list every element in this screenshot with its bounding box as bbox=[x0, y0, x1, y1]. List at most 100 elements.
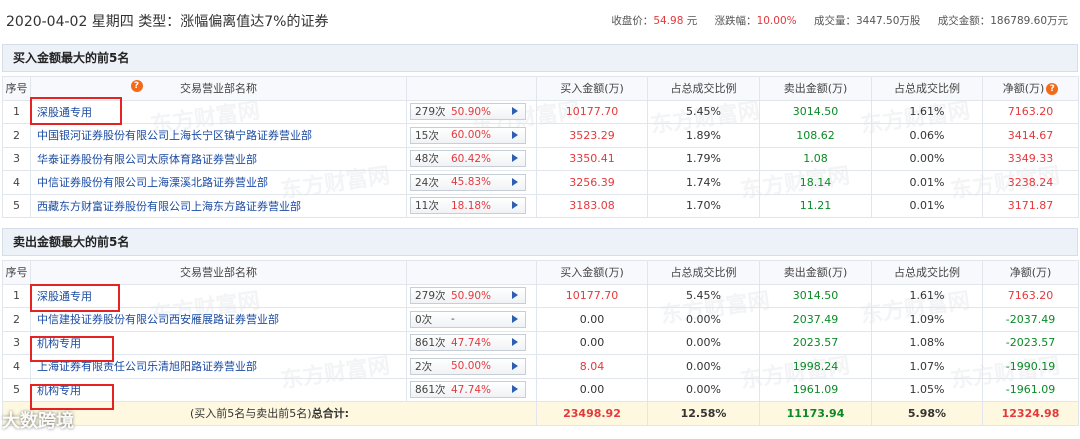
sell-amount: 2023.57 bbox=[759, 330, 872, 355]
play-arrow-icon[interactable] bbox=[512, 385, 518, 394]
buy-section-title: 买入金额最大的前5名 bbox=[2, 44, 1078, 72]
buy-amount: 0.00 bbox=[536, 307, 648, 332]
branch-link[interactable]: 机构专用 bbox=[30, 377, 407, 402]
count-cell: 2次 50.00% bbox=[406, 354, 537, 379]
row-index: 3 bbox=[2, 330, 31, 355]
col-sell-amount: 卖出金额(万) bbox=[759, 260, 872, 285]
row-index: 2 bbox=[2, 123, 31, 148]
col-sell-amount: 卖出金额(万) bbox=[759, 76, 872, 101]
count-dropdown[interactable]: 0次 - bbox=[410, 310, 526, 328]
win-rate: 50.90% bbox=[451, 105, 492, 118]
buy-ratio: 0.00% bbox=[647, 354, 760, 379]
win-rate: 60.42% bbox=[451, 152, 492, 165]
page-title: 2020-04-02 星期四 类型：涨幅偏离值达7%的证券 bbox=[6, 14, 329, 30]
table-row: 4 中信证券股份有限公司上海溧溪北路证券营业部 24次 45.83% 3256.39 1.… bbox=[2, 170, 1079, 195]
sell-ratio: 0.00% bbox=[871, 146, 983, 171]
total-sell-ratio: 5.98% bbox=[871, 401, 983, 426]
sell-amount: 18.14 bbox=[759, 170, 872, 195]
sell-ratio: 0.01% bbox=[871, 193, 983, 218]
win-rate: 45.83% bbox=[451, 176, 492, 189]
sell-table: 序号 交易营业部名称 买入金额(万) 占总成交比例 卖出金额(万) 占总成交比例… bbox=[2, 260, 1079, 426]
trade-count: 2次 bbox=[415, 360, 433, 373]
brand-logo: 大数跨境 bbox=[2, 411, 74, 432]
table-row: 2 中信建投证券股份有限公司西安雁展路证券营业部 0次 - 0.00 0.00% 2037.… bbox=[2, 307, 1079, 332]
col-buy-ratio: 占总成交比例 bbox=[647, 76, 760, 101]
net-amount: -1961.09 bbox=[982, 377, 1079, 402]
row-index: 1 bbox=[2, 283, 31, 308]
count-cell: 11次 18.18% bbox=[406, 193, 537, 218]
win-rate: 47.74% bbox=[451, 383, 492, 396]
count-dropdown[interactable]: 24次 45.83% bbox=[410, 173, 526, 191]
sell-ratio: 0.01% bbox=[871, 170, 983, 195]
col-name: 交易营业部名称 bbox=[30, 76, 407, 101]
change-value: 10.00% bbox=[756, 15, 797, 27]
total-buy-ratio: 12.58% bbox=[647, 401, 760, 426]
buy-ratio: 1.79% bbox=[647, 146, 760, 171]
count-dropdown[interactable]: 861次 47.74% bbox=[410, 381, 526, 399]
branch-link[interactable]: 深股通专用 bbox=[30, 99, 407, 124]
net-amount: -1990.19 bbox=[982, 354, 1079, 379]
branch-link[interactable]: 深股通专用 bbox=[30, 283, 407, 308]
trade-count: 861次 bbox=[415, 337, 446, 350]
row-index: 1 bbox=[2, 99, 31, 124]
count-dropdown[interactable]: 2次 50.00% bbox=[410, 357, 526, 375]
buy-amount: 8.04 bbox=[536, 354, 648, 379]
close-price-value: 54.98 bbox=[653, 15, 684, 27]
play-arrow-icon[interactable] bbox=[512, 338, 518, 347]
count-dropdown[interactable]: 279次 50.90% bbox=[410, 287, 526, 305]
win-rate: 18.18% bbox=[451, 199, 492, 212]
play-arrow-icon[interactable] bbox=[512, 177, 518, 186]
net-amount: 3414.67 bbox=[982, 123, 1079, 148]
count-dropdown[interactable]: 279次 50.90% bbox=[410, 103, 526, 121]
sell-amount: 108.62 bbox=[759, 123, 872, 148]
play-arrow-icon[interactable] bbox=[512, 154, 518, 163]
branch-link[interactable]: 西藏东方财富证券股份有限公司上海东方路证券营业部 bbox=[30, 193, 407, 218]
col-buy-ratio: 占总成交比例 bbox=[647, 260, 760, 285]
trade-count: 24次 bbox=[415, 176, 439, 189]
volume-text: 成交量：3447.50万股 bbox=[813, 15, 921, 27]
buy-amount: 0.00 bbox=[536, 377, 648, 402]
col-count bbox=[406, 76, 537, 101]
sell-table-body: 1 深股通专用 279次 50.90% 10177.70 5.45% 3014.50 1.61… bbox=[2, 283, 1079, 402]
trade-count: 861次 bbox=[415, 384, 446, 397]
branch-link[interactable]: 机构专用 bbox=[30, 330, 407, 355]
net-amount: 3171.87 bbox=[982, 193, 1079, 218]
branch-link[interactable]: 上海证券有限责任公司乐清旭阳路证券营业部 bbox=[30, 354, 407, 379]
branch-link[interactable]: 中国银河证券股份有限公司上海长宁区镇宁路证券营业部 bbox=[30, 123, 407, 148]
table-row: 5 机构专用 861次 47.74% 0.00 0.00% 1961.09 1.05% -196… bbox=[2, 377, 1079, 402]
buy-amount: 10177.70 bbox=[536, 99, 648, 124]
count-dropdown[interactable]: 11次 18.18% bbox=[410, 197, 526, 215]
trade-count: 279次 bbox=[415, 106, 446, 119]
help-icon[interactable]: ? bbox=[1046, 83, 1059, 96]
sell-ratio: 1.61% bbox=[871, 99, 983, 124]
play-arrow-icon[interactable] bbox=[512, 130, 518, 139]
col-buy-amount: 买入金额(万) bbox=[536, 76, 648, 101]
col-net: 净额(万) bbox=[982, 260, 1079, 285]
count-cell: 48次 60.42% bbox=[406, 146, 537, 171]
play-arrow-icon[interactable] bbox=[512, 201, 518, 210]
count-cell: 279次 50.90% bbox=[406, 283, 537, 308]
win-rate: 50.90% bbox=[451, 289, 492, 302]
sell-amount: 1961.09 bbox=[759, 377, 872, 402]
buy-table: 序号 交易营业部名称 买入金额(万) 占总成交比例 卖出金额(万) 占总成交比例… bbox=[2, 76, 1079, 218]
count-dropdown[interactable]: 15次 60.00% bbox=[410, 126, 526, 144]
branch-link[interactable]: 中信建投证券股份有限公司西安雁展路证券营业部 bbox=[30, 307, 407, 332]
buy-ratio: 1.89% bbox=[647, 123, 760, 148]
total-label: (买入前5名与卖出前5名)总合计: bbox=[2, 401, 537, 426]
net-amount: 3349.33 bbox=[982, 146, 1079, 171]
win-rate: 60.00% bbox=[451, 129, 492, 142]
branch-link[interactable]: 华泰证券股份有限公司太原体育路证券营业部 bbox=[30, 146, 407, 171]
count-dropdown[interactable]: 861次 47.74% bbox=[410, 334, 526, 352]
col-idx: 序号 bbox=[2, 76, 31, 101]
play-arrow-icon[interactable] bbox=[512, 107, 518, 116]
play-arrow-icon[interactable] bbox=[512, 314, 518, 323]
row-index: 4 bbox=[2, 170, 31, 195]
count-dropdown[interactable]: 48次 60.42% bbox=[410, 150, 526, 168]
branch-link[interactable]: 中信证券股份有限公司上海溧溪北路证券营业部 bbox=[30, 170, 407, 195]
col-idx: 序号 bbox=[2, 260, 31, 285]
play-arrow-icon[interactable] bbox=[512, 291, 518, 300]
play-arrow-icon[interactable] bbox=[512, 361, 518, 370]
table-header-row: 序号 交易营业部名称 买入金额(万) 占总成交比例 卖出金额(万) 占总成交比例… bbox=[2, 76, 1079, 101]
buy-ratio: 5.45% bbox=[647, 283, 760, 308]
stock-stats: 收盘价：54.98 元 涨跌幅：10.00% 成交量：3447.50万股 成交金… bbox=[611, 13, 1068, 28]
